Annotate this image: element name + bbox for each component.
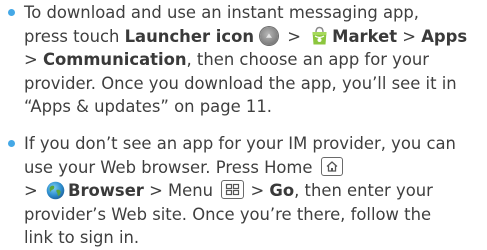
text-line: “Apps & updates” on page 11.	[24, 95, 272, 119]
launcher-icon	[260, 26, 279, 45]
text-line: use your Web browser. Press Home	[24, 156, 344, 180]
browser-label: Browser	[67, 181, 144, 200]
text-line: > Communication, then choose an app for …	[24, 48, 429, 72]
browser-icon	[46, 181, 65, 200]
text-line: press touch Launcher icon > Market > App…	[24, 25, 467, 49]
text-line: provider’s Web site. Once you’re there, …	[24, 203, 431, 227]
text: > Menu	[143, 181, 219, 200]
text: >	[397, 26, 422, 46]
text-line: > Browser > Menu > Go, then enter your	[24, 179, 433, 203]
text: >	[24, 50, 43, 69]
text-line: To download and use an instant messaging…	[24, 1, 419, 25]
market-label: Market	[332, 26, 398, 46]
go-label: Go	[269, 181, 295, 200]
text: If you don’t see an app for your IM prov…	[24, 134, 456, 153]
document-page: To download and use an instant messaging…	[0, 0, 487, 249]
text: >	[24, 181, 43, 200]
text: link to sign in.	[24, 228, 140, 247]
home-key-icon	[320, 156, 343, 176]
text: >	[245, 181, 270, 200]
bullet-icon	[8, 140, 15, 147]
text-line: link to sign in.	[24, 226, 139, 250]
communication-label: Communication	[42, 50, 187, 69]
text: use your Web browser. Press Home	[24, 157, 318, 177]
text: , then enter your	[294, 181, 433, 200]
text: To download and use an instant messaging…	[24, 3, 420, 22]
text-line: provider. Once you download the app, you…	[24, 72, 457, 96]
text: press touch	[24, 26, 125, 46]
text: , then choose an app for your	[186, 50, 430, 69]
text-line: If you don’t see an app for your IM prov…	[24, 132, 456, 156]
launcher-icon-label: Launcher icon	[124, 26, 255, 46]
text: provider. Once you download the app, you…	[24, 73, 457, 93]
apps-label: Apps	[421, 26, 468, 46]
menu-key-icon	[221, 180, 245, 199]
market-icon	[312, 26, 327, 44]
bullet-icon	[8, 9, 15, 16]
text: provider’s Web site. Once you’re there, …	[24, 204, 432, 224]
text: >	[282, 26, 307, 46]
text: “Apps & updates” on page 11.	[24, 97, 272, 116]
